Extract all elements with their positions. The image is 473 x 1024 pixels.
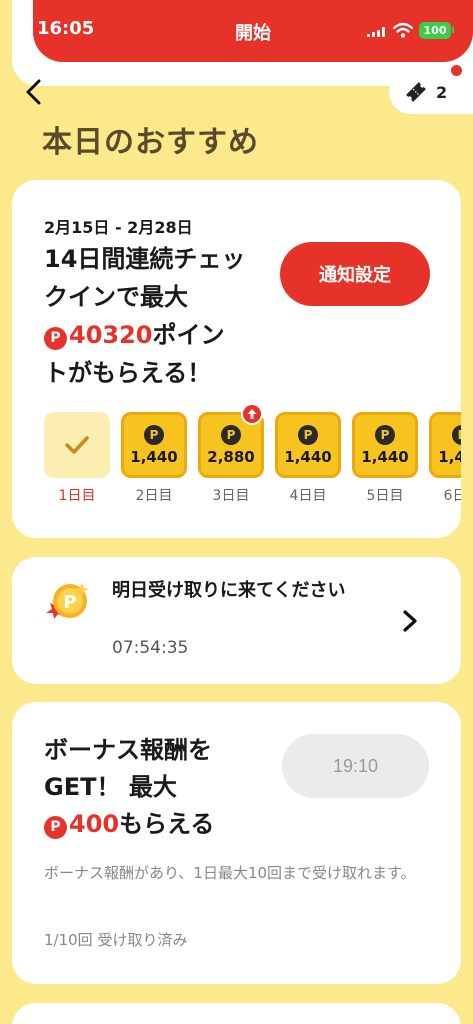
- bonus-title-text: もらえる: [119, 810, 215, 838]
- coin-icon: P: [298, 424, 318, 445]
- day-points: 1,440: [130, 447, 178, 466]
- coin-icon: P: [452, 424, 461, 445]
- ticket-count: 2: [436, 82, 448, 102]
- bonus-amount: 400: [69, 810, 120, 838]
- bonus-up-icon: [241, 403, 263, 425]
- day-item-6[interactable]: P 1,440 6日目: [429, 412, 461, 505]
- day-item-2[interactable]: P 1,440 2日目: [121, 412, 187, 505]
- ticket-icon: [406, 82, 426, 102]
- svg-text:P: P: [63, 592, 76, 613]
- tomorrow-message: 明日受け取りに来てください: [112, 580, 346, 601]
- day-label: 3日目: [212, 488, 250, 504]
- day-item-5[interactable]: P 1,440 5日目: [352, 412, 418, 505]
- day-box-coin: P 1,440: [429, 412, 461, 478]
- chevron-right-icon[interactable]: [400, 609, 420, 633]
- max-points: 40320: [69, 321, 153, 349]
- notification-settings-button[interactable]: 通知設定: [280, 242, 430, 306]
- day-label: 4日目: [289, 488, 327, 504]
- headline-line: 14日間連続チェッ: [44, 245, 246, 273]
- status-bar: 16:05 開始 100: [33, 0, 473, 62]
- battery-tip: [452, 27, 454, 33]
- day-box-coin: P 2,880: [198, 403, 264, 478]
- notification-dot: [451, 65, 462, 76]
- day-item-1[interactable]: 1日目: [44, 412, 110, 505]
- bonus-title: ボーナス報酬を GET！ 最大 P 400もらえる: [44, 732, 279, 843]
- tomorrow-card[interactable]: P 明日受け取りに来てください 07:54:35: [12, 557, 461, 684]
- day-label: 2日目: [135, 488, 173, 504]
- point-icon: P: [44, 327, 67, 350]
- bonus-card: ボーナス報酬を GET！ 最大 P 400もらえる 19:10 ボーナス報酬があり…: [12, 702, 461, 984]
- day-points: 1,440: [284, 447, 332, 466]
- bonus-description: ボーナス報酬があり、1日最大10回まで受け取れます。: [44, 864, 416, 882]
- day-item-4[interactable]: P 1,440 4日目: [275, 412, 341, 505]
- coin-icon: P: [144, 424, 164, 445]
- day-box-coin: P 1,440: [275, 412, 341, 478]
- bonus-title-line: P 400もらえる: [44, 806, 279, 843]
- section-title: 本日のおすすめ: [42, 125, 259, 160]
- signal-icon: [367, 27, 387, 37]
- checkin-headline: 14日間連続チェッ クインで最大 P 40320ポイン トがもらえる！: [44, 240, 272, 392]
- back-arrow-icon[interactable]: [22, 78, 46, 106]
- bonus-status: 1/10回 受け取り済み: [44, 931, 188, 949]
- bonus-title-line: GET！ 最大: [44, 773, 177, 801]
- battery-icon: 100: [419, 22, 451, 39]
- headline-line: トがもらえる！: [44, 359, 212, 387]
- wifi-icon: [393, 22, 413, 38]
- day-item-3[interactable]: P 2,880 3日目: [198, 403, 264, 505]
- day-box-coin: P 1,440: [121, 412, 187, 478]
- headline-line: クインで最大: [44, 283, 188, 311]
- coin-icon: P: [221, 424, 241, 445]
- bonus-timer-button[interactable]: 19:10: [282, 734, 429, 798]
- checkin-card: 2月15日 - 2月28日 14日間連続チェッ クインで最大 P 40320ポイン…: [12, 180, 461, 538]
- coin-icon: P: [375, 424, 395, 445]
- day-box-done: [44, 412, 110, 478]
- date-range: 2月15日 - 2月28日: [44, 218, 193, 237]
- checkin-days: 1日目 P 1,440 2日目 P 2,880 3日目 P 1,440 4日目 …: [44, 403, 461, 512]
- day-points: 1,440: [361, 447, 409, 466]
- day-points: 1,440: [438, 447, 461, 466]
- headline-line: P 40320ポイン: [44, 316, 272, 354]
- day-label: 5日目: [366, 488, 404, 504]
- day-box-coin: P 1,440: [352, 412, 418, 478]
- day-label: 1日目: [58, 488, 96, 504]
- ticket-counter[interactable]: 2: [389, 70, 473, 114]
- countdown-timer: 07:54:35: [112, 638, 189, 658]
- headline-text: ポイン: [152, 321, 225, 349]
- day-label: 6日目: [443, 488, 461, 504]
- check-icon: [65, 436, 89, 454]
- bonus-title-line: ボーナス報酬を: [44, 736, 212, 764]
- day-points: 2,880: [207, 447, 255, 466]
- point-icon: P: [44, 816, 67, 839]
- coin-burst-icon: P: [46, 583, 89, 619]
- next-card: [12, 1003, 461, 1024]
